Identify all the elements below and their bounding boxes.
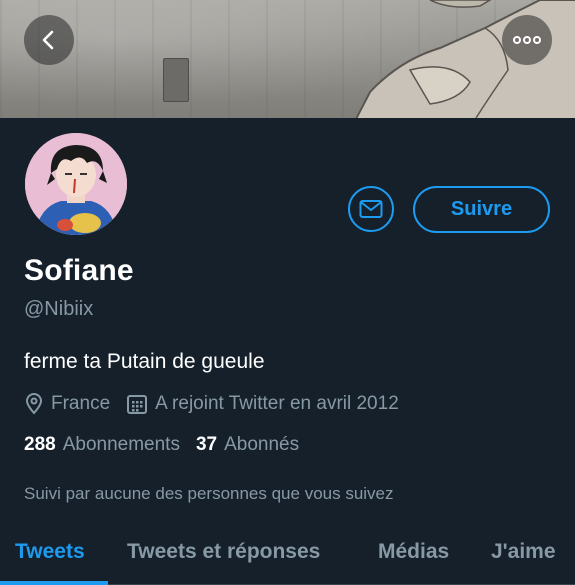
profile-banner[interactable] xyxy=(0,0,575,118)
profile-stats: 288 Abonnements 37 Abonnés xyxy=(24,434,299,456)
active-tab-indicator xyxy=(0,581,108,585)
mail-icon xyxy=(359,200,383,218)
chevron-left-icon xyxy=(42,30,54,50)
profile-tabs: Tweets Tweets et réponses Médias J'aime xyxy=(0,530,575,585)
calendar-icon xyxy=(126,393,148,415)
followers-label[interactable]: Abonnés xyxy=(224,434,299,456)
profile-meta: France A rejoint Twitter en avril 2012 xyxy=(24,392,399,416)
profile-handle: @Nibiix xyxy=(24,298,94,320)
location-pin-icon xyxy=(24,393,44,415)
profile-location: France xyxy=(51,393,111,414)
tab-tweets[interactable]: Tweets xyxy=(15,540,85,564)
back-button[interactable] xyxy=(24,15,74,65)
following-count[interactable]: 288 xyxy=(24,434,56,456)
avatar-illustration xyxy=(25,133,127,235)
banner-wall-box xyxy=(163,58,189,102)
profile-joined-date: A rejoint Twitter en avril 2012 xyxy=(155,393,399,414)
profile-bio: ferme ta Putain de gueule xyxy=(24,350,265,373)
avatar[interactable] xyxy=(22,130,130,238)
following-label[interactable]: Abonnements xyxy=(63,434,180,456)
followed-by-text: Suivi par aucune des personnes que vous … xyxy=(24,484,394,503)
followers-count[interactable]: 37 xyxy=(196,434,217,456)
profile-name: Sofiane xyxy=(24,254,134,287)
follow-button[interactable]: Suivre xyxy=(413,186,550,233)
message-button[interactable] xyxy=(348,186,394,232)
more-options-button[interactable] xyxy=(502,15,552,65)
tab-likes[interactable]: J'aime xyxy=(491,540,556,564)
avatar-image xyxy=(25,133,127,235)
tab-media[interactable]: Médias xyxy=(378,540,449,564)
tab-tweets-replies[interactable]: Tweets et réponses xyxy=(127,540,320,564)
more-horizontal-icon xyxy=(513,36,541,44)
